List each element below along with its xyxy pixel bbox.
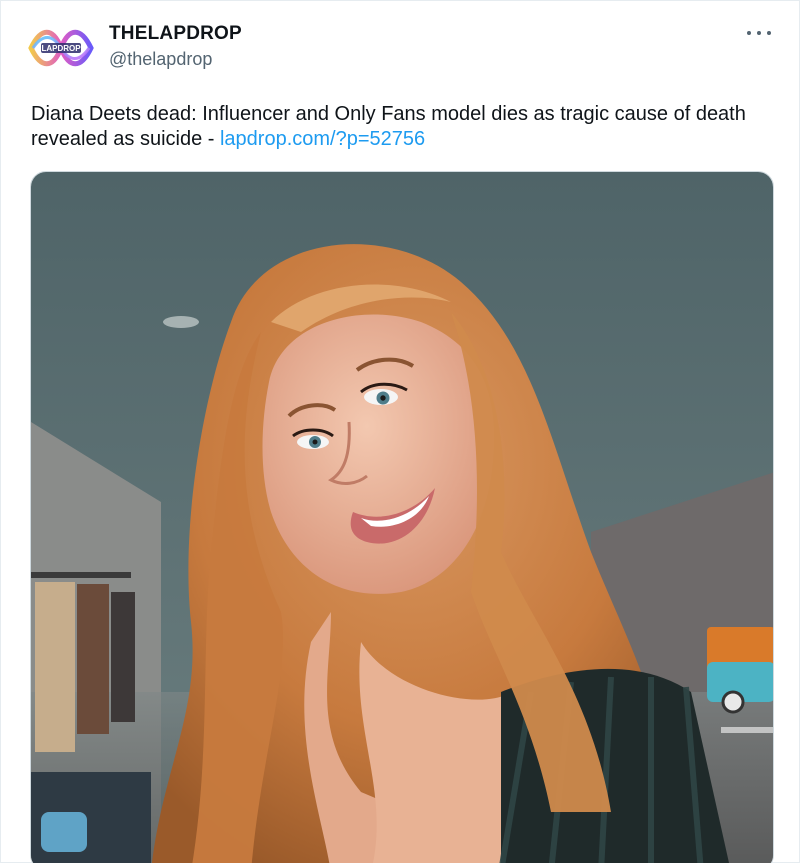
more-dot-icon xyxy=(747,31,751,35)
author-handle[interactable]: @thelapdrop xyxy=(109,49,212,70)
more-dot-icon xyxy=(767,31,771,35)
lapdrop-logo-icon: LAPDROP xyxy=(28,29,94,67)
photo-illustration xyxy=(31,172,773,863)
svg-text:LAPDROP: LAPDROP xyxy=(41,44,81,53)
author-avatar[interactable]: LAPDROP xyxy=(27,23,95,73)
tweet-link[interactable]: lapdrop.com/?p=52756 xyxy=(220,128,425,150)
more-dot-icon xyxy=(757,31,761,35)
more-options-button[interactable] xyxy=(747,23,771,43)
tweet-text: Diana Deets dead: Influencer and Only Fa… xyxy=(31,102,776,152)
author-display-name[interactable]: THELAPDROP xyxy=(109,23,242,45)
tweet-card[interactable]: LAPDROP THELAPDROP @thelapdrop Diana Dee… xyxy=(0,0,800,863)
tweet-photo[interactable] xyxy=(30,171,774,863)
